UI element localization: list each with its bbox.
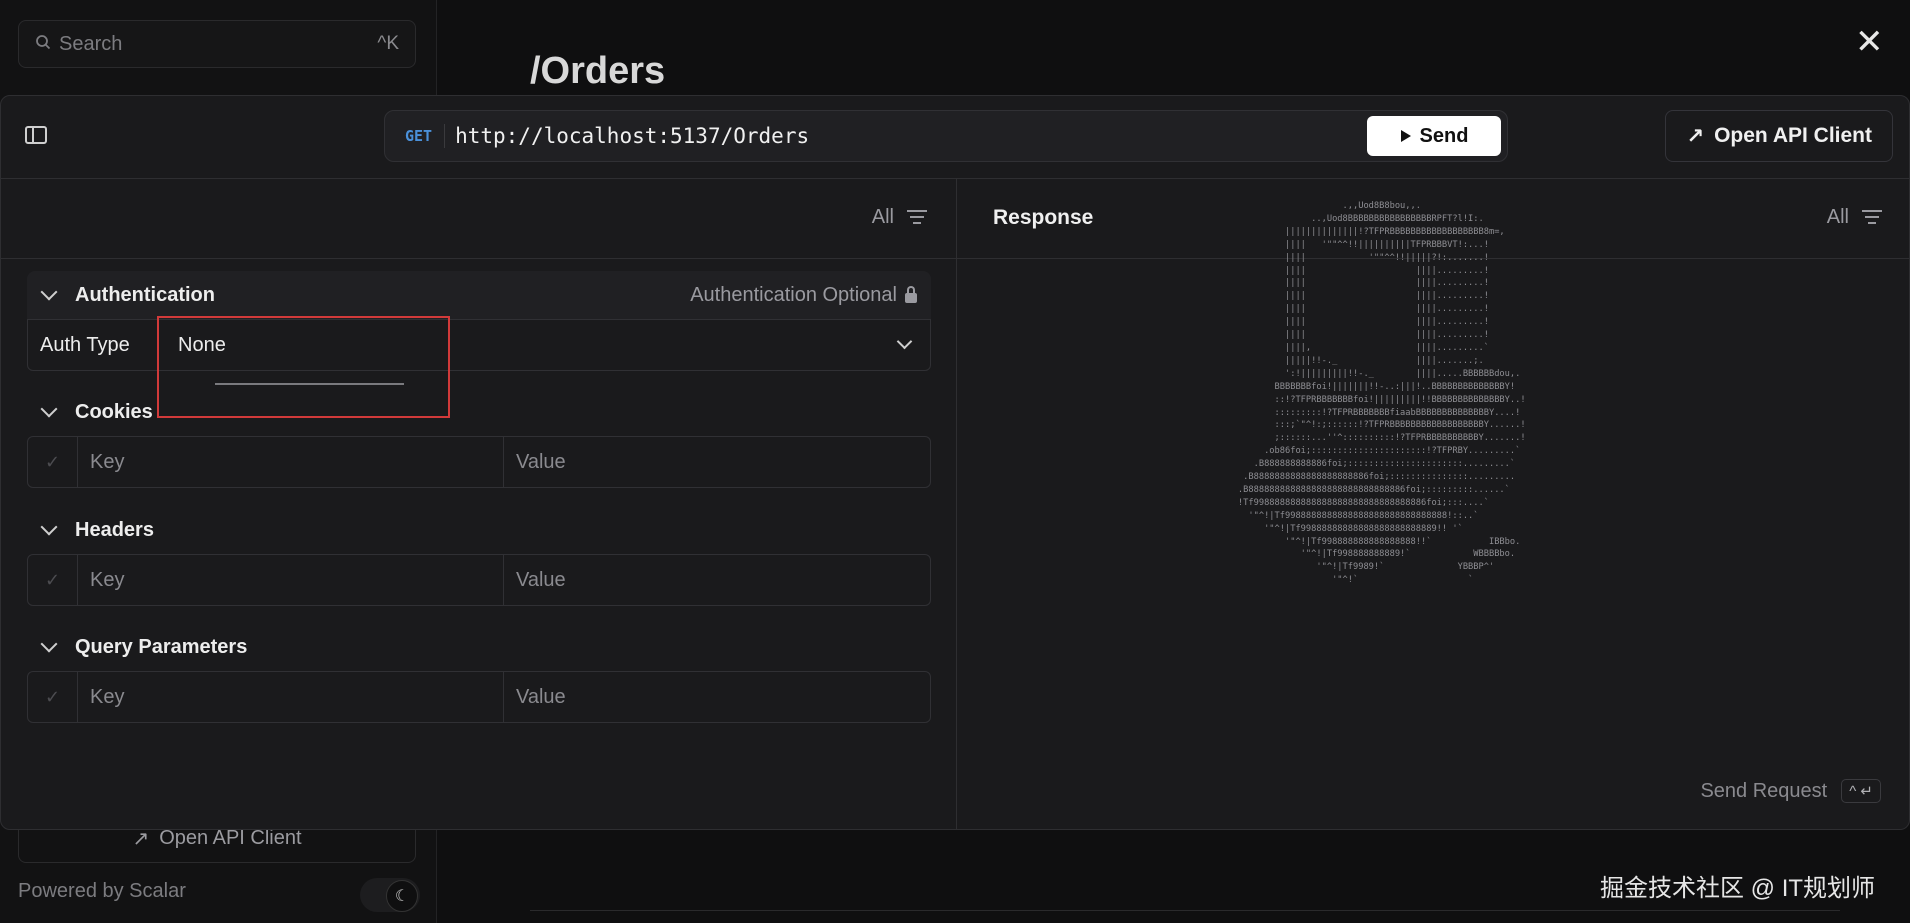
header-value-input[interactable]: Value: [504, 555, 930, 605]
cookie-key-input[interactable]: Key: [78, 437, 504, 487]
query-parameters-title: Query Parameters: [75, 635, 248, 658]
search-shortcut: ^K: [377, 33, 399, 54]
filter-icon: [906, 209, 928, 226]
query-parameters-section: Query Parameters ✓ Key Value: [27, 623, 931, 723]
http-method[interactable]: GET: [405, 127, 432, 145]
response-title: Response: [993, 206, 1094, 229]
headers-section: Headers ✓ Key Value: [27, 506, 931, 606]
highlight-box: [157, 316, 450, 418]
authentication-title: Authentication: [75, 283, 215, 306]
response-pane: Response All .,,Uod8B8bou,,. ..,Uod8BBBB…: [957, 178, 1909, 829]
send-request-shortcut: ^ ↵: [1841, 779, 1881, 803]
chevron-down-icon: [40, 518, 58, 536]
request-pane: All Authentication Authentication Option…: [1, 178, 957, 829]
highlight-underline: [215, 383, 404, 385]
request-pane-header: All: [1, 178, 956, 259]
headers-header[interactable]: Headers: [27, 506, 931, 554]
theme-toggle[interactable]: ☾: [360, 878, 420, 912]
moon-icon: ☾: [386, 880, 418, 912]
divider: [530, 910, 1840, 911]
chevron-down-icon: [896, 333, 913, 350]
api-client-modal: GET http://localhost:5137/Orders Send ↗ …: [0, 95, 1910, 830]
watermark: 掘金技术社区 @ IT规划师: [1600, 875, 1876, 902]
request-topbar: GET http://localhost:5137/Orders Send ↗ …: [1, 96, 1909, 179]
send-request-label: Send Request: [1700, 779, 1828, 802]
send-label: Send: [1419, 124, 1469, 147]
sidebar-toggle-icon[interactable]: [25, 126, 47, 144]
docs-open-api-client-label: Open API Client: [159, 827, 302, 849]
request-filter[interactable]: All: [872, 206, 928, 229]
authentication-optional-label: Authentication Optional: [690, 283, 897, 306]
request-filter-label: All: [871, 206, 894, 228]
check-icon[interactable]: ✓: [28, 672, 78, 722]
response-filter[interactable]: All: [1827, 206, 1883, 229]
page-title: /Orders: [530, 50, 666, 92]
search-icon: [35, 33, 51, 56]
open-api-client-button[interactable]: ↗ Open API Client: [1665, 110, 1893, 162]
docs-search-input[interactable]: Search ^K: [18, 20, 416, 68]
lock-icon: [905, 286, 917, 303]
search-placeholder: Search: [59, 32, 123, 55]
headers-title: Headers: [75, 518, 154, 541]
address-bar[interactable]: GET http://localhost:5137/Orders Send: [384, 110, 1508, 162]
send-button[interactable]: Send: [1367, 116, 1501, 156]
open-api-client-label: Open API Client: [1714, 124, 1872, 147]
query-value-input[interactable]: Value: [504, 672, 930, 722]
send-request-hint[interactable]: Send Request ^ ↵: [1700, 779, 1881, 803]
header-key-input[interactable]: Key: [78, 555, 504, 605]
check-icon[interactable]: ✓: [28, 437, 78, 487]
chevron-down-icon: [40, 283, 58, 301]
query-key-input[interactable]: Key: [78, 672, 504, 722]
cookie-value-input[interactable]: Value: [504, 437, 930, 487]
auth-type-label: Auth Type: [40, 333, 130, 356]
cookies-title: Cookies: [75, 400, 153, 423]
authentication-optional: Authentication Optional: [690, 284, 917, 307]
chevron-down-icon: [40, 635, 58, 653]
url-input[interactable]: http://localhost:5137/Orders: [444, 124, 809, 148]
header-row: ✓ Key Value: [27, 554, 931, 606]
scalar-ascii-logo: .,,Uod8B8bou,,. ..,Uod8BBBBBBBBBBBBBBBBR…: [1237, 201, 1526, 586]
chevron-down-icon: [40, 400, 58, 418]
filter-icon: [1861, 209, 1883, 226]
query-parameters-header[interactable]: Query Parameters: [27, 623, 931, 671]
authentication-header[interactable]: Authentication Authentication Optional: [27, 271, 931, 319]
close-icon[interactable]: ✕: [1855, 24, 1884, 60]
powered-by-text: Powered by Scalar: [18, 880, 186, 902]
cookie-row: ✓ Key Value: [27, 436, 931, 488]
query-parameter-row: ✓ Key Value: [27, 671, 931, 723]
play-icon: [1400, 130, 1411, 142]
check-icon[interactable]: ✓: [28, 555, 78, 605]
response-filter-label: All: [1826, 206, 1849, 228]
arrow-up-right-icon: ↗: [1686, 124, 1705, 148]
